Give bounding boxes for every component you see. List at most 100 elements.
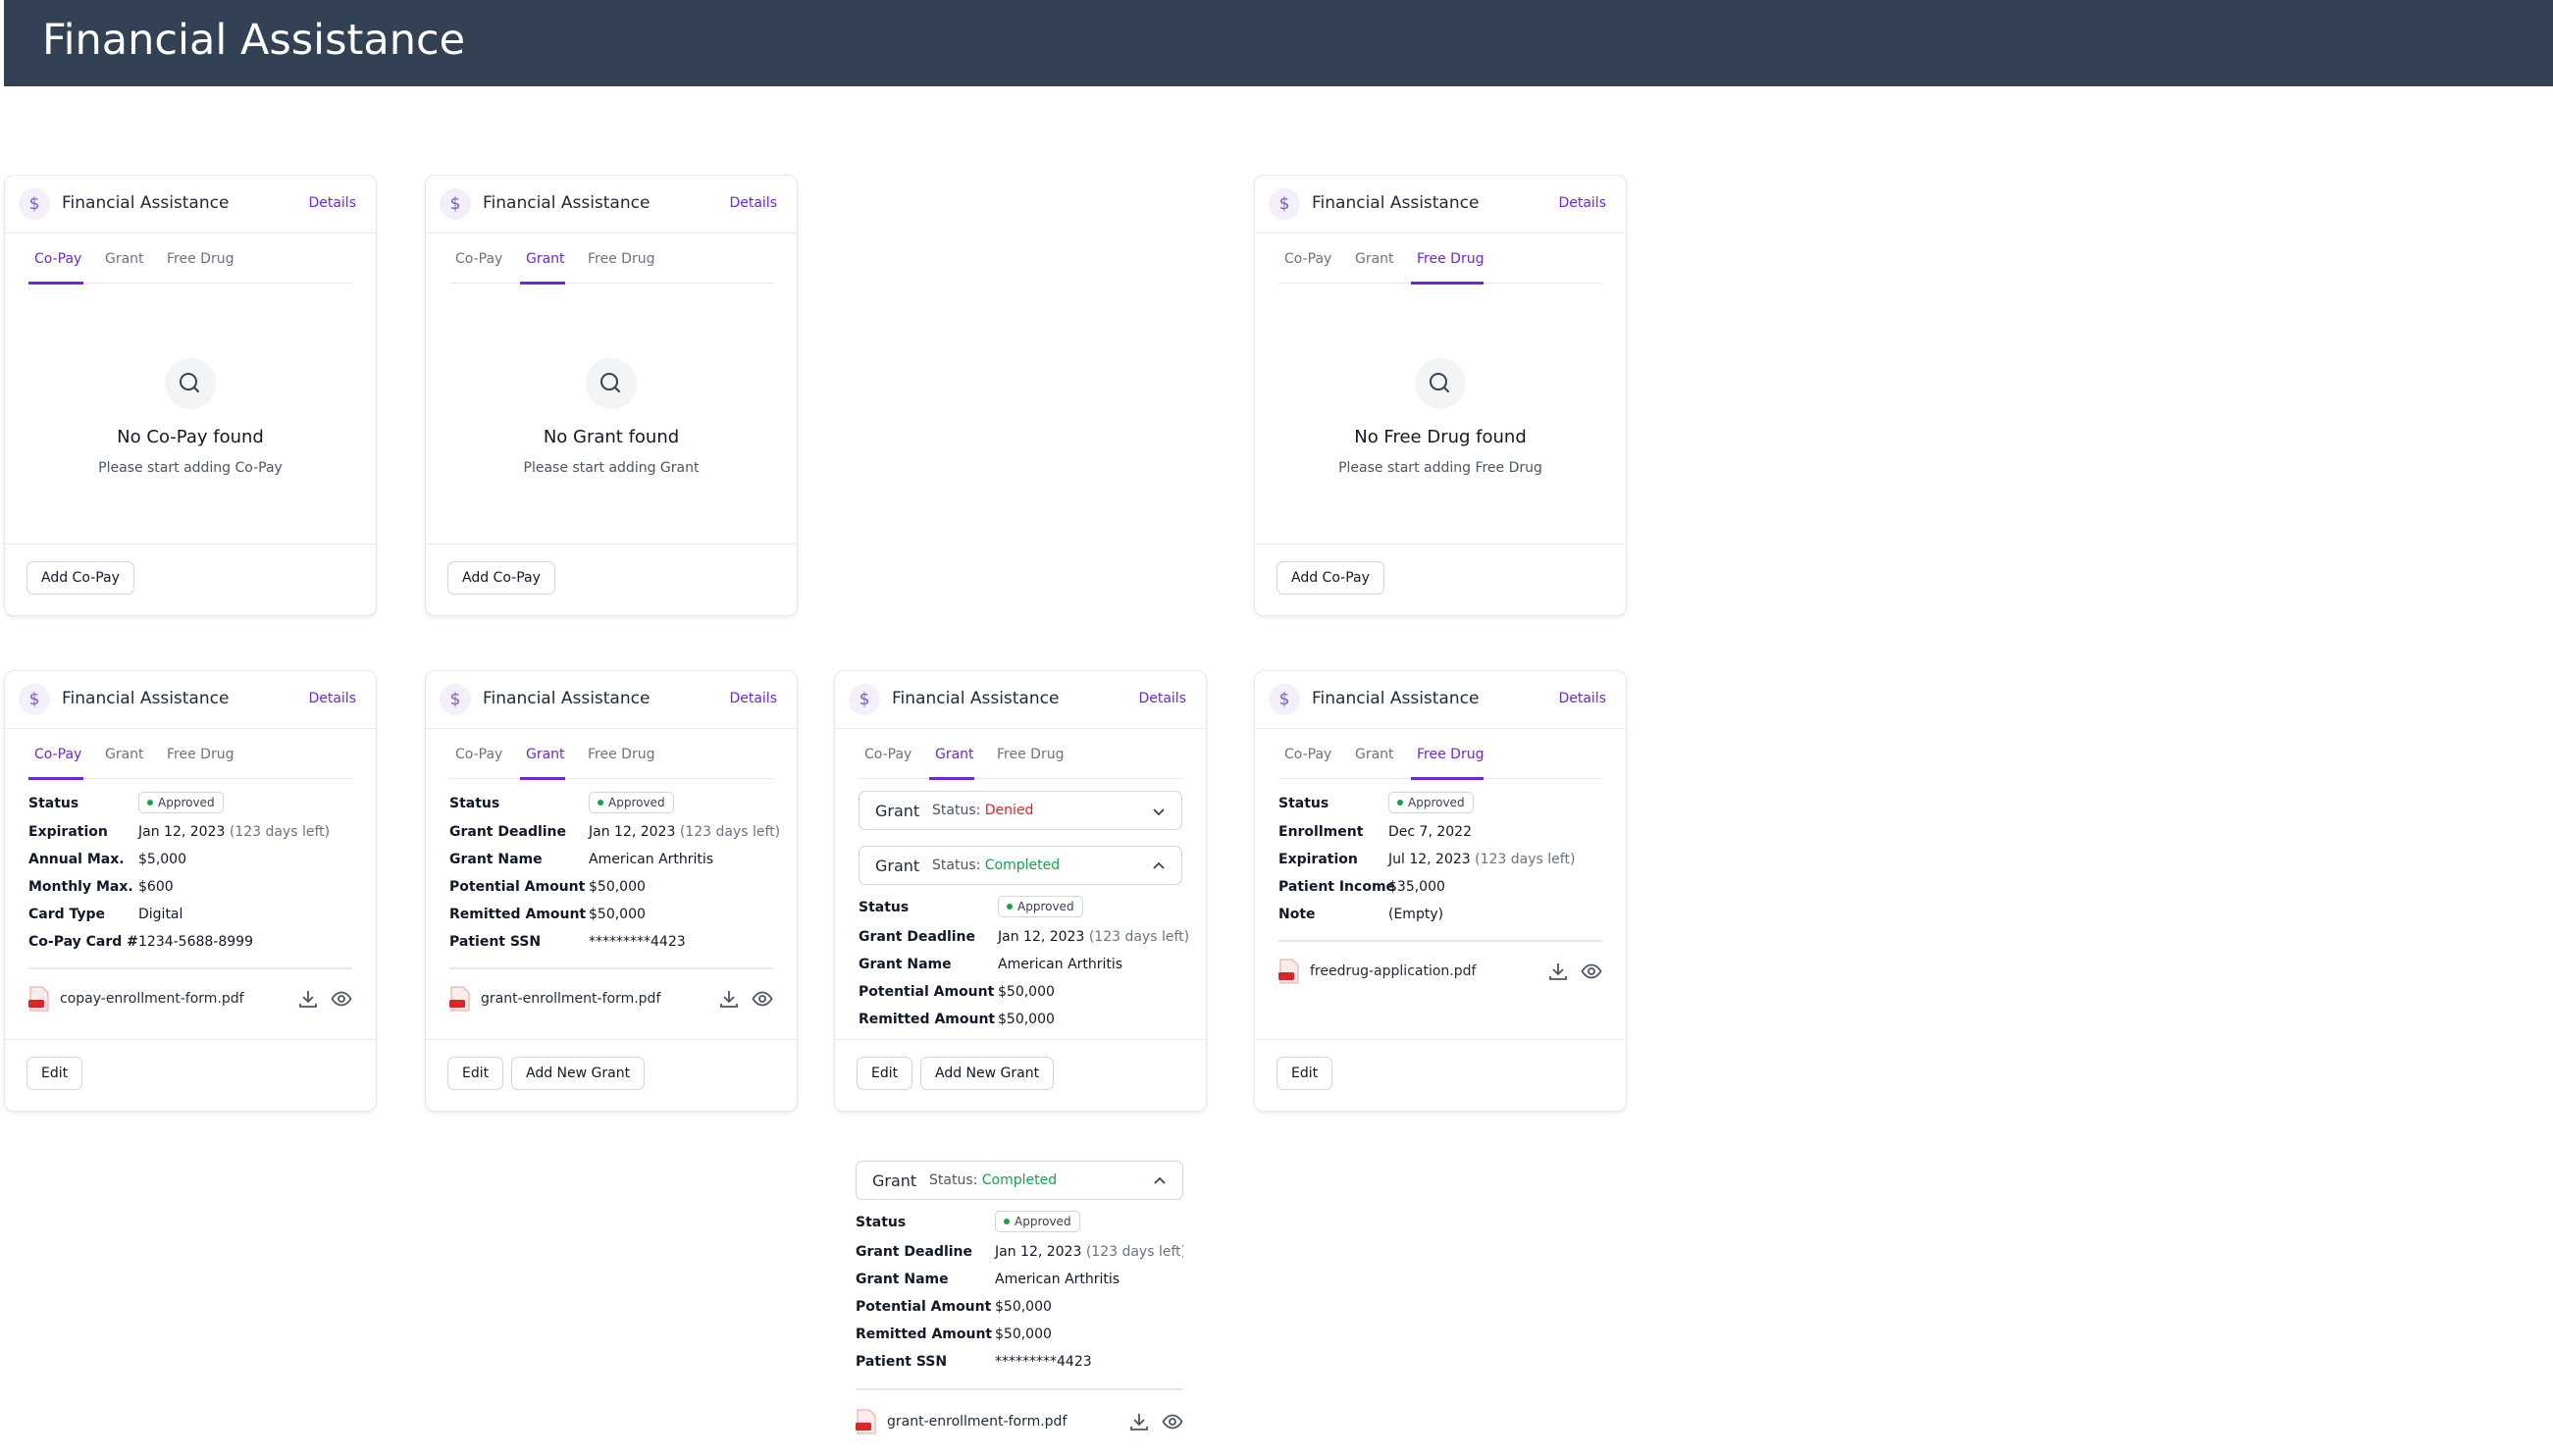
add-new-grant-button[interactable]: Add New Grant xyxy=(920,1057,1055,1090)
details-link[interactable]: Details xyxy=(1558,195,1606,211)
tab-co-pay[interactable]: Co-Pay xyxy=(455,747,502,762)
active-tab-indicator xyxy=(28,776,83,780)
grant-accordion-denied[interactable]: Grant Status: Denied xyxy=(859,791,1182,830)
grant-accordion-completed[interactable]: Grant Status: Completed xyxy=(856,1161,1183,1200)
tab-bar: Co-Pay Grant Free Drug xyxy=(1278,729,1602,780)
edit-button[interactable]: Edit xyxy=(1276,1057,1333,1090)
chevron-up-icon[interactable] xyxy=(1150,858,1168,875)
details-link[interactable]: Details xyxy=(729,195,777,211)
card-title: Financial Assistance xyxy=(483,193,651,213)
eye-icon[interactable] xyxy=(752,988,773,1010)
add-co-pay-button[interactable]: Add Co-Pay xyxy=(26,561,134,595)
tab-co-pay[interactable]: Co-Pay xyxy=(1284,747,1331,762)
tab-grant[interactable]: Grant xyxy=(526,251,565,267)
file-name[interactable]: grant-enrollment-form.pdf xyxy=(887,1414,1067,1430)
pdf-file-icon xyxy=(449,986,470,1012)
chevron-up-icon[interactable] xyxy=(1151,1172,1169,1190)
chevron-down-icon[interactable] xyxy=(1150,803,1168,820)
edit-button[interactable]: Edit xyxy=(26,1057,83,1090)
divider xyxy=(1278,940,1602,942)
details-link[interactable]: Details xyxy=(308,195,356,211)
status-badge: Approved xyxy=(1388,792,1474,813)
status-completed: Completed xyxy=(984,858,1061,873)
eye-icon[interactable] xyxy=(1581,961,1602,982)
tab-free-drug[interactable]: Free Drug xyxy=(1417,747,1484,762)
tab-grant[interactable]: Grant xyxy=(1355,747,1394,762)
financial-assistance-card-free-drug-details: $ Financial Assistance Details Co-Pay Gr… xyxy=(1254,670,1627,1112)
empty-state-subtitle: Please start adding Grant xyxy=(523,460,700,476)
tab-bar: Co-Pay Grant Free Drug xyxy=(449,234,773,285)
app-header: Financial Assistance xyxy=(4,0,2553,86)
tab-co-pay[interactable]: Co-Pay xyxy=(455,251,502,267)
card-footer: Edit xyxy=(5,1039,376,1111)
active-tab-indicator xyxy=(520,281,565,285)
card-footer: Add Co-Pay xyxy=(1255,544,1626,615)
tab-bar: Co-Pay Grant Free Drug xyxy=(1278,234,1602,285)
empty-state-title: No Grant found xyxy=(543,427,680,447)
tab-bar: Co-Pay Grant Free Drug xyxy=(28,234,352,285)
attachment-row: grant-enrollment-form.pdf xyxy=(449,986,773,1014)
details-link[interactable]: Details xyxy=(1138,691,1186,706)
dollar-icon: $ xyxy=(440,684,471,715)
tab-co-pay[interactable]: Co-Pay xyxy=(1284,251,1331,267)
search-icon xyxy=(586,358,637,409)
card-header: $ Financial Assistance Details xyxy=(426,671,797,729)
file-name[interactable]: copay-enrollment-form.pdf xyxy=(60,991,244,1007)
download-icon[interactable] xyxy=(1547,961,1569,982)
tab-free-drug[interactable]: Free Drug xyxy=(167,251,234,267)
tab-free-drug[interactable]: Free Drug xyxy=(997,747,1064,762)
details-link[interactable]: Details xyxy=(1558,691,1606,706)
tab-grant[interactable]: Grant xyxy=(105,747,144,762)
tab-co-pay[interactable]: Co-Pay xyxy=(34,251,81,267)
details-link[interactable]: Details xyxy=(729,691,777,706)
search-icon xyxy=(165,358,216,409)
download-icon[interactable] xyxy=(297,988,319,1010)
grant-accordion-completed[interactable]: Grant Status: Completed xyxy=(859,846,1182,885)
edit-button[interactable]: Edit xyxy=(447,1057,504,1090)
download-icon[interactable] xyxy=(718,988,740,1010)
details-link[interactable]: Details xyxy=(308,691,356,706)
empty-state-title: No Co-Pay found xyxy=(117,427,264,447)
tab-grant[interactable]: Grant xyxy=(526,747,565,762)
card-header: $ Financial Assistance Details xyxy=(5,176,376,234)
divider xyxy=(856,1388,1183,1390)
add-co-pay-button[interactable]: Add Co-Pay xyxy=(1276,561,1384,595)
financial-assistance-card-grant-empty: $ Financial Assistance Details Co-Pay Gr… xyxy=(425,175,798,616)
card-header: $ Financial Assistance Details xyxy=(5,671,376,729)
dollar-icon: $ xyxy=(849,684,880,715)
card-title: Financial Assistance xyxy=(1312,193,1480,213)
status-completed: Completed xyxy=(981,1172,1058,1188)
card-title: Financial Assistance xyxy=(1312,689,1480,708)
card-title: Financial Assistance xyxy=(892,689,1060,708)
download-icon[interactable] xyxy=(1128,1411,1150,1432)
tab-grant[interactable]: Grant xyxy=(105,251,144,267)
divider xyxy=(449,967,773,969)
card-header: $ Financial Assistance Details xyxy=(835,671,1206,729)
tab-bar: Co-Pay Grant Free Drug xyxy=(28,729,352,780)
tab-co-pay[interactable]: Co-Pay xyxy=(34,747,81,762)
tab-grant[interactable]: Grant xyxy=(1355,251,1394,267)
eye-icon[interactable] xyxy=(331,988,352,1010)
add-co-pay-button[interactable]: Add Co-Pay xyxy=(447,561,555,595)
file-name[interactable]: freedrug-application.pdf xyxy=(1310,963,1476,979)
tab-grant[interactable]: Grant xyxy=(935,747,974,762)
active-tab-indicator xyxy=(1411,281,1484,285)
active-tab-indicator xyxy=(1411,776,1484,780)
tab-free-drug[interactable]: Free Drug xyxy=(588,747,654,762)
search-icon xyxy=(1415,358,1466,409)
edit-button[interactable]: Edit xyxy=(857,1057,913,1090)
attachment-row: copay-enrollment-form.pdf xyxy=(28,986,352,1014)
file-name[interactable]: grant-enrollment-form.pdf xyxy=(481,991,660,1007)
card-footer: Add Co-Pay xyxy=(426,544,797,615)
tab-free-drug[interactable]: Free Drug xyxy=(1417,251,1484,267)
card-footer: Add Co-Pay xyxy=(5,544,376,615)
eye-icon[interactable] xyxy=(1162,1411,1183,1432)
status-denied: Denied xyxy=(984,803,1034,818)
tab-co-pay[interactable]: Co-Pay xyxy=(864,747,912,762)
tab-free-drug[interactable]: Free Drug xyxy=(588,251,654,267)
card-title: Financial Assistance xyxy=(483,689,651,708)
add-new-grant-button[interactable]: Add New Grant xyxy=(511,1057,646,1090)
tab-free-drug[interactable]: Free Drug xyxy=(167,747,234,762)
dollar-icon: $ xyxy=(19,684,50,715)
dollar-icon: $ xyxy=(1269,684,1300,715)
